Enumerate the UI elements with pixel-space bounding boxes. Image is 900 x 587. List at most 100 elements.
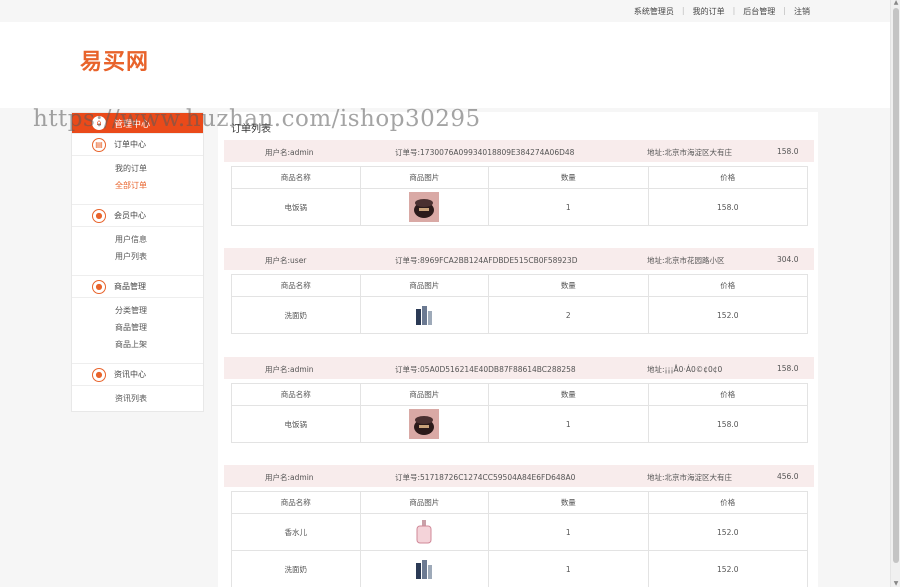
top-links: 系统管理员 | 我的订单 | 后台管理 | 注销	[626, 6, 818, 17]
order-items-table: 商品名称 商品图片 数量 价格香水儿 1 152.0 洗面奶 1 152.0	[231, 491, 808, 587]
site-logo[interactable]: 易买网	[80, 44, 149, 76]
order-number: 订单号:8969FCA2BB124AFDBDE515CB0F58923D	[395, 256, 578, 265]
scroll-thumb[interactable]	[893, 8, 899, 563]
order-address: 地址:¡¡¡Å0·Á0©¢0¢0	[647, 365, 723, 374]
order-total: 304.0	[777, 255, 799, 264]
link-admin[interactable]: 系统管理员	[626, 6, 682, 17]
column-header: 商品名称	[280, 390, 311, 399]
order-items-table: 商品名称 商品图片 数量 价格 电饭锅 1 158.0	[231, 383, 808, 443]
order-header: 用户名:admin 订单号:05A0D516214E40DB87F88614BC2…	[224, 357, 814, 379]
order-items-table: 商品名称 商品图片 数量 价格洗面奶 2 152.0	[231, 274, 808, 334]
order-total: 158.0	[777, 364, 799, 373]
order-user: 用户名:user	[265, 256, 307, 265]
sidebar-item[interactable]: 用户信息	[115, 231, 203, 248]
product-name: 电饭锅	[284, 419, 308, 429]
site-header: 易买网	[0, 22, 890, 108]
product-quantity: 1	[488, 406, 647, 442]
order-address: 地址:北京市海淀区大有庄	[647, 148, 733, 157]
home-icon: ⌂	[92, 116, 106, 130]
order-address: 地址:北京市花园路小区	[647, 256, 725, 265]
order-header: 用户名:admin 订单号:51718726C1274CC59504A84E6FD…	[224, 465, 814, 487]
column-header: 商品名称	[280, 281, 311, 290]
link-logout[interactable]: 注销	[786, 6, 818, 17]
product-quantity: 1	[488, 514, 647, 550]
sidebar-section-label: 会员中心	[114, 211, 146, 220]
table-header-row: 商品名称 商品图片 数量 价格	[232, 492, 807, 513]
product-quantity: 1	[488, 551, 647, 587]
product-name: 香水儿	[284, 527, 308, 537]
scrollbar[interactable]: ▲ ▼	[890, 0, 900, 587]
news-icon: ●	[92, 367, 106, 382]
order-number: 订单号:51718726C1274CC59504A84E6FD648A0	[395, 473, 576, 482]
order-user: 用户名:admin	[265, 473, 314, 482]
sidebar-section: ● 资讯中心资讯列表	[72, 363, 203, 417]
order-items-table: 商品名称 商品图片 数量 价格电饭锅 1 158.0	[231, 166, 808, 226]
sidebar-section: ● 商品管理 分类管理 商品管理 商品上架	[72, 275, 203, 363]
link-backend[interactable]: 后台管理	[735, 6, 783, 17]
sidebar-section-title[interactable]: ▤ 订单中心	[72, 134, 203, 156]
product-price: 152.0	[647, 297, 807, 333]
column-header: 数量	[488, 275, 647, 296]
column-header: 价格	[647, 167, 807, 188]
order-block: 用户名:admin 订单号:51718726C1274CC59504A84E6FD…	[224, 465, 814, 587]
sidebar-section-title[interactable]: ● 资讯中心	[72, 364, 203, 386]
sidebar-item[interactable]: 用户列表	[115, 248, 203, 265]
main-panel: 订单列表 用户名:admin 订单号:1730076A09934018809E38…	[218, 112, 818, 587]
user-icon: ●	[92, 208, 106, 223]
sidebar-item[interactable]: 商品上架	[115, 336, 203, 353]
column-header: 商品名称	[280, 173, 311, 182]
column-header: 商品名称	[280, 498, 311, 507]
column-header: 数量	[488, 167, 647, 188]
column-header: 价格	[647, 492, 807, 513]
order-address: 地址:北京市海淀区大有庄	[647, 473, 733, 482]
sidebar-item[interactable]: 我的订单	[115, 160, 203, 177]
goods-icon: ●	[92, 279, 106, 294]
product-image[interactable]	[359, 514, 489, 550]
sidebar-section-title[interactable]: ● 商品管理	[72, 276, 203, 298]
product-image[interactable]	[359, 406, 489, 442]
order-user: 用户名:admin	[265, 365, 314, 374]
sidebar-item[interactable]: 全部订单	[115, 177, 203, 194]
product-quantity: 2	[488, 297, 647, 333]
product-price: 158.0	[647, 189, 807, 225]
product-image[interactable]	[359, 297, 489, 333]
product-name: 电饭锅	[284, 202, 308, 212]
sidebar-section: ● 会员中心用户信息 用户列表	[72, 204, 203, 275]
product-name: 洗面奶	[284, 310, 308, 320]
product-quantity: 1	[488, 189, 647, 225]
sidebar-section: ▤ 订单中心我的订单 全部订单	[72, 133, 203, 204]
product-image[interactable]	[359, 551, 489, 587]
table-row: 香水儿 1 152.0	[232, 513, 807, 550]
top-bar: 系统管理员 | 我的订单 | 后台管理 | 注销	[0, 0, 890, 22]
product-name: 洗面奶	[284, 564, 308, 574]
link-my-orders[interactable]: 我的订单	[685, 6, 733, 17]
sidebar-section-label: 资讯中心	[114, 370, 146, 379]
order-number: 订单号:1730076A09934018809E384274A06D48	[395, 148, 575, 157]
order-header: 用户名:admin 订单号:1730076A09934018809E384274A…	[224, 140, 814, 162]
sidebar-item[interactable]: 分类管理	[115, 302, 203, 319]
sidebar-header-label: 管理中心	[114, 119, 151, 130]
product-image[interactable]	[359, 189, 489, 225]
product-price: 152.0	[647, 551, 807, 587]
sidebar-section-label: 订单中心	[114, 140, 146, 149]
table-row: 洗面奶 2 152.0	[232, 296, 807, 333]
table-header-row: 商品名称 商品图片 数量 价格	[232, 167, 807, 188]
sidebar-section-label: 商品管理	[114, 282, 146, 291]
column-header: 价格	[647, 275, 807, 296]
order-user: 用户名:admin	[265, 148, 314, 157]
order-block: 用户名:user 订单号:8969FCA2BB124AFDBDE515CB0F58…	[224, 248, 814, 334]
order-total: 456.0	[777, 472, 799, 481]
sidebar-item[interactable]: 商品管理	[115, 319, 203, 336]
order-block: 用户名:admin 订单号:05A0D516214E40DB87F88614BC2…	[224, 357, 814, 443]
page-title: 订单列表	[231, 124, 271, 135]
sidebar-section-title[interactable]: ● 会员中心	[72, 205, 203, 227]
product-price: 152.0	[647, 514, 807, 550]
table-header-row: 商品名称 商品图片 数量 价格	[232, 384, 807, 405]
scroll-up-icon[interactable]: ▲	[892, 0, 900, 6]
sidebar-header: ⌂ 管理中心	[72, 113, 203, 133]
column-header: 数量	[488, 492, 647, 513]
column-header: 商品图片	[359, 275, 489, 296]
sidebar-item[interactable]: 资讯列表	[115, 390, 203, 407]
scroll-down-icon[interactable]: ▼	[892, 581, 900, 587]
order-number: 订单号:05A0D516214E40DB87F88614BC288258	[395, 365, 576, 374]
